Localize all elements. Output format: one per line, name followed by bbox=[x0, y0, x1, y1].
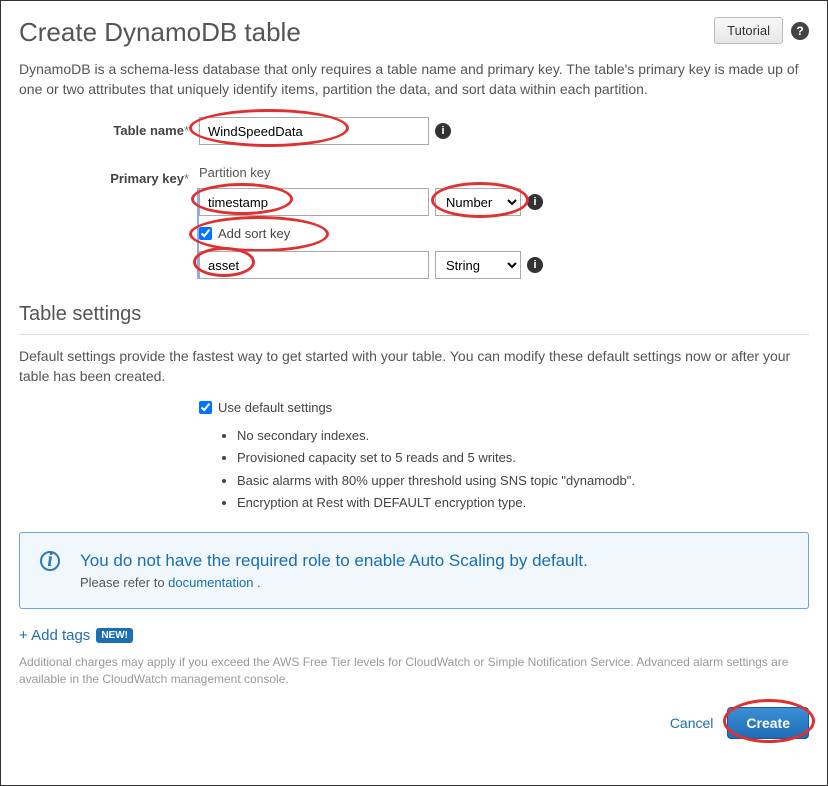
table-name-label: Table name* bbox=[29, 117, 199, 138]
info-icon[interactable]: i bbox=[527, 194, 543, 210]
info-icon[interactable]: i bbox=[527, 257, 543, 273]
add-sort-key-label: Add sort key bbox=[218, 226, 290, 241]
sort-key-input[interactable] bbox=[199, 251, 429, 279]
add-tags-link[interactable]: + Add tags NEW! bbox=[19, 627, 133, 644]
list-item: No secondary indexes. bbox=[237, 425, 809, 447]
footnote-text: Additional charges may apply if you exce… bbox=[19, 654, 809, 688]
table-name-input[interactable] bbox=[199, 117, 429, 145]
intro-text: DynamoDB is a schema-less database that … bbox=[19, 60, 809, 99]
info-icon[interactable]: i bbox=[435, 123, 451, 139]
page-title: Create DynamoDB table bbox=[19, 17, 301, 48]
settings-desc: Default settings provide the fastest way… bbox=[19, 347, 809, 386]
list-item: Encryption at Rest with DEFAULT encrypti… bbox=[237, 492, 809, 514]
use-default-checkbox[interactable] bbox=[199, 401, 212, 414]
divider bbox=[19, 334, 809, 335]
alert-subtext: Please refer to documentation . bbox=[80, 575, 588, 590]
list-item: Basic alarms with 80% upper threshold us… bbox=[237, 470, 809, 492]
add-sort-key-checkbox[interactable] bbox=[199, 227, 212, 240]
tutorial-button[interactable]: Tutorial bbox=[714, 17, 783, 44]
cancel-button[interactable]: Cancel bbox=[670, 715, 714, 731]
new-badge: NEW! bbox=[96, 628, 133, 643]
help-icon[interactable]: ? bbox=[791, 22, 809, 40]
partition-key-label: Partition key bbox=[199, 165, 809, 180]
alert-title: You do not have the required role to ena… bbox=[80, 551, 588, 571]
list-item: Provisioned capacity set to 5 reads and … bbox=[237, 447, 809, 469]
default-settings-list: No secondary indexes. Provisioned capaci… bbox=[237, 425, 809, 513]
primary-key-label: Primary key* bbox=[29, 165, 199, 186]
table-settings-heading: Table settings bbox=[19, 303, 809, 326]
partition-key-input[interactable] bbox=[199, 188, 429, 216]
sort-key-type-select[interactable]: String bbox=[435, 251, 521, 279]
info-icon: i bbox=[40, 551, 60, 571]
use-default-label: Use default settings bbox=[218, 400, 332, 415]
create-button[interactable]: Create bbox=[727, 707, 809, 739]
partition-key-type-select[interactable]: Number bbox=[435, 188, 521, 216]
autoscaling-alert: i You do not have the required role to e… bbox=[19, 532, 809, 609]
documentation-link[interactable]: documentation bbox=[168, 575, 253, 590]
